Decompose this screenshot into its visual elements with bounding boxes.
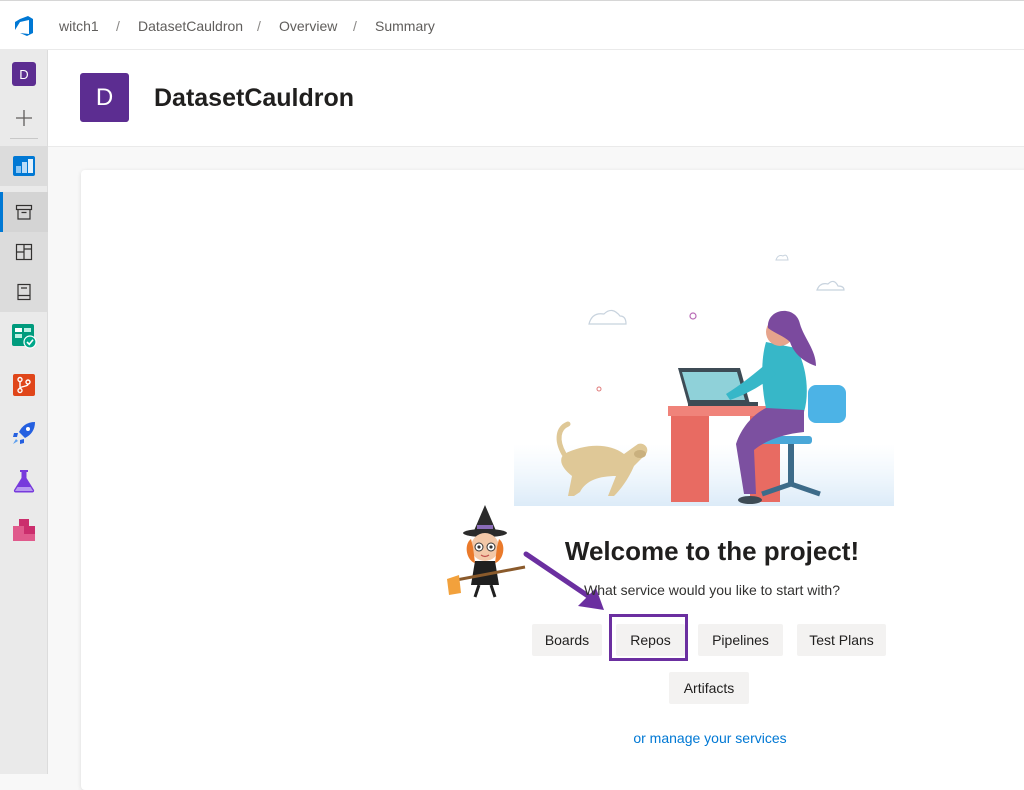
artifacts-icon [13, 519, 35, 541]
dashboards-icon [15, 243, 33, 261]
breadcrumb-project[interactable]: DatasetCauldron [138, 18, 243, 34]
rail-item-pipelines[interactable] [0, 413, 48, 453]
rail-item-wiki[interactable] [0, 272, 48, 312]
repos-highlight-box [609, 614, 688, 661]
welcome-title: Welcome to the project! [564, 536, 860, 566]
test-plans-button[interactable]: Test Plans [797, 624, 886, 656]
boards-button[interactable]: Boards [532, 624, 602, 656]
plus-icon [16, 110, 32, 126]
wiki-icon [17, 283, 31, 301]
project-header: D DatasetCauldron [48, 50, 1024, 147]
top-bar: witch1 / DatasetCauldron / Overview / Su… [0, 0, 1024, 50]
rail-project-avatar[interactable]: D [0, 54, 48, 94]
project-avatar: D [80, 73, 129, 122]
rail-divider [10, 138, 38, 139]
summary-icon [15, 204, 33, 220]
pipelines-icon [13, 422, 35, 444]
pipelines-button[interactable]: Pipelines [698, 624, 783, 656]
breadcrumb-separator: / [353, 18, 357, 34]
breadcrumb-overview[interactable]: Overview [279, 18, 337, 34]
overview-icon [13, 156, 35, 176]
breadcrumb-separator: / [116, 18, 120, 34]
rail-item-dashboards[interactable] [0, 232, 48, 272]
project-avatar-small: D [12, 62, 36, 86]
rail-item-boards[interactable] [0, 316, 48, 356]
azure-devops-logo-icon[interactable] [12, 14, 36, 38]
rail-item-repos[interactable] [0, 365, 48, 405]
rail-item-new[interactable] [0, 98, 48, 138]
rail-item-test-plans[interactable] [0, 461, 48, 501]
breadcrumb-organization[interactable]: witch1 [59, 18, 99, 34]
rail-item-artifacts[interactable] [0, 510, 48, 550]
boards-icon [12, 324, 37, 349]
welcome-illustration [514, 254, 894, 506]
welcome-subtitle: What service would you like to start wit… [584, 582, 840, 598]
left-navigation-rail: D [0, 50, 48, 774]
rail-item-summary[interactable] [0, 192, 48, 232]
rail-item-overview[interactable] [0, 146, 48, 186]
repos-icon [13, 374, 35, 396]
project-title: DatasetCauldron [154, 84, 355, 112]
manage-services-link[interactable]: or manage your services [562, 730, 858, 746]
test-plans-icon [13, 470, 35, 493]
artifacts-button[interactable]: Artifacts [669, 672, 749, 704]
breadcrumb-summary[interactable]: Summary [375, 18, 435, 34]
breadcrumb-separator: / [257, 18, 261, 34]
